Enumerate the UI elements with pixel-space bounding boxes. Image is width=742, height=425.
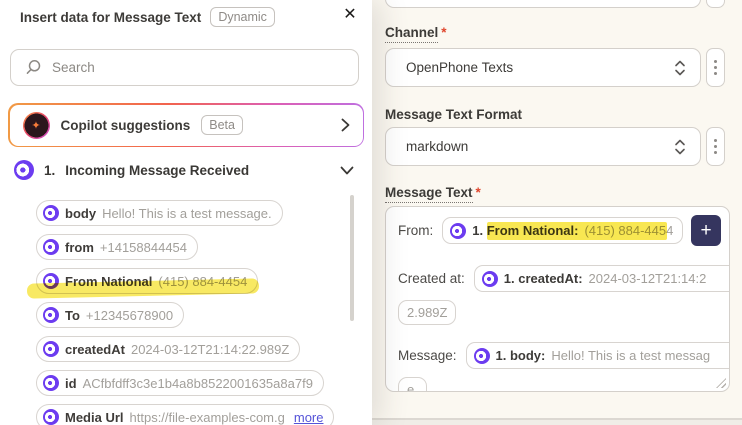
- openphone-app-icon: [450, 222, 467, 239]
- chevron-right-icon: [341, 118, 349, 132]
- field-row: From National (415) 884-4454: [26, 268, 334, 299]
- channel-menu-button[interactable]: [706, 48, 725, 87]
- textarea-resize-handle[interactable]: [716, 378, 726, 388]
- field-row: createdAt 2024-03-12T21:14:22.989Z: [36, 336, 334, 362]
- mapped-field-token[interactable]: 1. body: Hello! This is a test messag: [465, 342, 729, 369]
- openphone-app-icon: [43, 409, 59, 425]
- field-pill-body[interactable]: body Hello! This is a test message.: [36, 200, 283, 226]
- step-section-header[interactable]: 1. Incoming Message Received: [14, 160, 354, 180]
- editor-line-from: From: 1. From National: (415) 884-4454: [398, 217, 717, 244]
- step-config-panel: Channel * OpenPhone Texts Message Text Fo…: [372, 0, 742, 425]
- search-box[interactable]: [10, 49, 359, 86]
- format-select[interactable]: markdown: [385, 127, 701, 166]
- chevron-updown-icon: [675, 139, 685, 154]
- copilot-suggestions-banner[interactable]: ✦ Copilot suggestions Beta: [8, 103, 364, 147]
- field-pill-id[interactable]: id ACfbfdff3c3e1b4a8b8522001635a8a7f9: [36, 370, 324, 396]
- insert-data-plus-button[interactable]: +: [691, 215, 721, 246]
- search-icon: [26, 60, 41, 74]
- field-pill-to[interactable]: To +12345678900: [36, 302, 185, 328]
- mapped-field-token[interactable]: 1. From National: (415) 884-4454: [442, 217, 684, 244]
- format-select-value: markdown: [406, 139, 469, 154]
- field-row: To +12345678900: [36, 302, 334, 328]
- openphone-app-icon: [43, 341, 59, 357]
- openphone-app-icon: [43, 205, 59, 221]
- panel-scrollbar-thumb[interactable]: [350, 195, 354, 321]
- message-text-editor[interactable]: From: 1. From National: (415) 884-4454 C…: [385, 206, 730, 392]
- field-pill-created-at[interactable]: createdAt 2024-03-12T21:14:22.989Z: [36, 336, 301, 362]
- chevron-down-icon[interactable]: [340, 166, 354, 175]
- zap-editor-screen: Channel * OpenPhone Texts Message Text Fo…: [0, 0, 742, 425]
- field-row: Media Url https://file-examples-com.g mo…: [36, 404, 335, 425]
- beta-badge: Beta: [201, 115, 243, 135]
- channel-label: Channel *: [385, 25, 447, 43]
- editor-line-created-at: Created at: 1. createdAt: 2024-03-12T21:…: [398, 265, 729, 292]
- format-label: Message Text Format: [385, 107, 523, 122]
- channel-select[interactable]: OpenPhone Texts: [385, 48, 701, 87]
- mapped-field-token[interactable]: 1. createdAt: 2024-03-12T21:14:2: [473, 265, 729, 292]
- copilot-sparkle-icon: ✦: [22, 111, 50, 139]
- openphone-app-icon: [43, 307, 59, 323]
- field-row: body Hello! This is a test message.: [36, 200, 334, 226]
- more-link[interactable]: more: [294, 410, 324, 425]
- openphone-app-icon: [43, 375, 59, 391]
- format-menu-button[interactable]: [706, 127, 725, 166]
- message-text-label: Message Text *: [385, 185, 481, 203]
- insert-data-panel: Insert data for Message Text Dynamic ✕ ✦…: [0, 0, 372, 425]
- field-row: id ACfbfdff3c3e1b4a8b8522001635a8a7f9: [36, 370, 334, 396]
- openphone-app-icon: [14, 160, 34, 180]
- search-input[interactable]: [52, 60, 358, 75]
- required-asterisk: *: [475, 185, 481, 200]
- mapped-field-token-overflow[interactable]: e.: [398, 377, 427, 391]
- chevron-updown-icon: [675, 60, 685, 75]
- close-icon[interactable]: ✕: [339, 4, 361, 26]
- openphone-app-icon: [43, 273, 59, 289]
- openphone-app-icon: [481, 270, 498, 287]
- mapped-field-token-overflow[interactable]: 2.989Z: [398, 300, 457, 325]
- dynamic-badge: Dynamic: [210, 7, 275, 27]
- cropped-menu-button-above: [706, 0, 725, 8]
- field-list: body Hello! This is a test message. from…: [26, 200, 335, 425]
- panel-header: Insert data for Message Text Dynamic: [20, 7, 275, 27]
- cropped-field-above: [385, 0, 701, 8]
- field-row: from +14158844454: [36, 234, 334, 260]
- openphone-app-icon: [473, 347, 490, 364]
- field-pill-media-url[interactable]: Media Url https://file-examples-com.g mo…: [36, 404, 335, 425]
- channel-select-value: OpenPhone Texts: [406, 60, 514, 75]
- footer-strip: [372, 420, 742, 425]
- editor-line-message: Message: 1. body: Hello! This is a test …: [398, 342, 729, 369]
- openphone-app-icon: [43, 239, 59, 255]
- field-pill-from[interactable]: from +14158844454: [36, 234, 199, 260]
- panel-title: Insert data for Message Text: [20, 9, 202, 25]
- field-pill-from-national[interactable]: From National (415) 884-4454: [36, 268, 259, 294]
- required-asterisk: *: [441, 25, 447, 40]
